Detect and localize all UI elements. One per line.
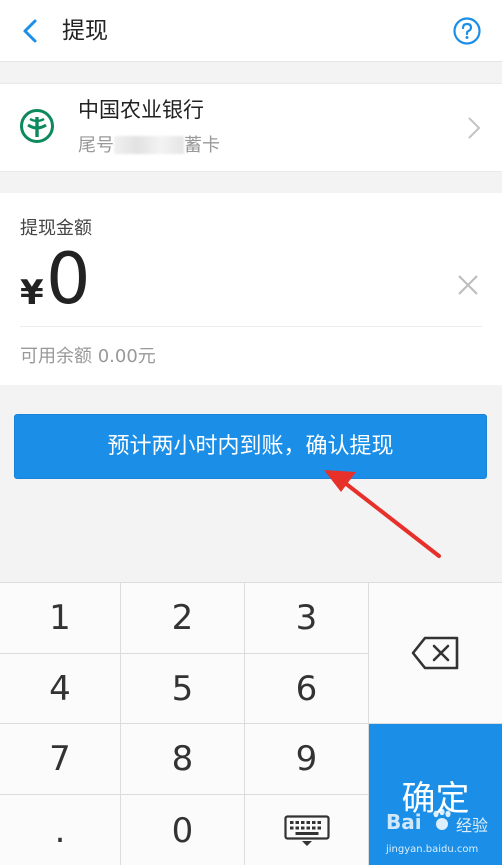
back-icon[interactable] xyxy=(16,16,44,46)
card-tail-number: 尾号 蓄卡 xyxy=(78,132,220,160)
key-2[interactable]: 2 xyxy=(121,583,245,654)
card-tail-suffix: 蓄卡 xyxy=(184,135,220,156)
confirm-withdraw-button[interactable]: 预计两小时内到账，确认提现 xyxy=(14,414,487,479)
card-tail-prefix: 尾号 xyxy=(78,135,114,156)
delete-key[interactable] xyxy=(369,583,502,724)
available-balance: 可用余额 0.00元 xyxy=(20,346,156,367)
key-1[interactable]: 1 xyxy=(0,583,121,654)
backspace-icon xyxy=(411,636,458,670)
page-title: 提现 xyxy=(62,18,108,44)
hide-keyboard-button[interactable] xyxy=(245,795,369,865)
key-dot[interactable]: . xyxy=(0,795,121,865)
key-7[interactable]: 7 xyxy=(0,724,121,795)
divider xyxy=(20,326,482,327)
bank-card-selector[interactable]: 中国农业银行 尾号 蓄卡 xyxy=(0,83,502,172)
bank-name: 中国农业银行 xyxy=(78,98,204,122)
amount-input[interactable]: 0 xyxy=(46,239,91,319)
chevron-right-icon xyxy=(468,117,481,139)
key-3[interactable]: 3 xyxy=(245,583,369,654)
keyboard-icon xyxy=(283,814,330,846)
help-icon[interactable] xyxy=(452,16,482,46)
nav-header: 提现 xyxy=(0,0,502,62)
key-0[interactable]: 0 xyxy=(121,795,245,865)
amount-card: 提现金额 ¥ 0 可用余额 0.00元 xyxy=(0,193,502,385)
key-8[interactable]: 8 xyxy=(121,724,245,795)
masked-number xyxy=(114,136,184,154)
key-4[interactable]: 4 xyxy=(0,654,121,724)
key-6[interactable]: 6 xyxy=(245,654,369,724)
clear-icon[interactable] xyxy=(455,272,481,298)
ok-key[interactable]: 确定 xyxy=(369,724,502,865)
key-9[interactable]: 9 xyxy=(245,724,369,795)
numeric-keypad: 1 2 3 4 5 6 7 8 9 . 0 确定 xyxy=(0,582,502,865)
currency-symbol: ¥ xyxy=(20,273,44,313)
key-5[interactable]: 5 xyxy=(121,654,245,724)
bank-logo-icon xyxy=(20,109,54,143)
